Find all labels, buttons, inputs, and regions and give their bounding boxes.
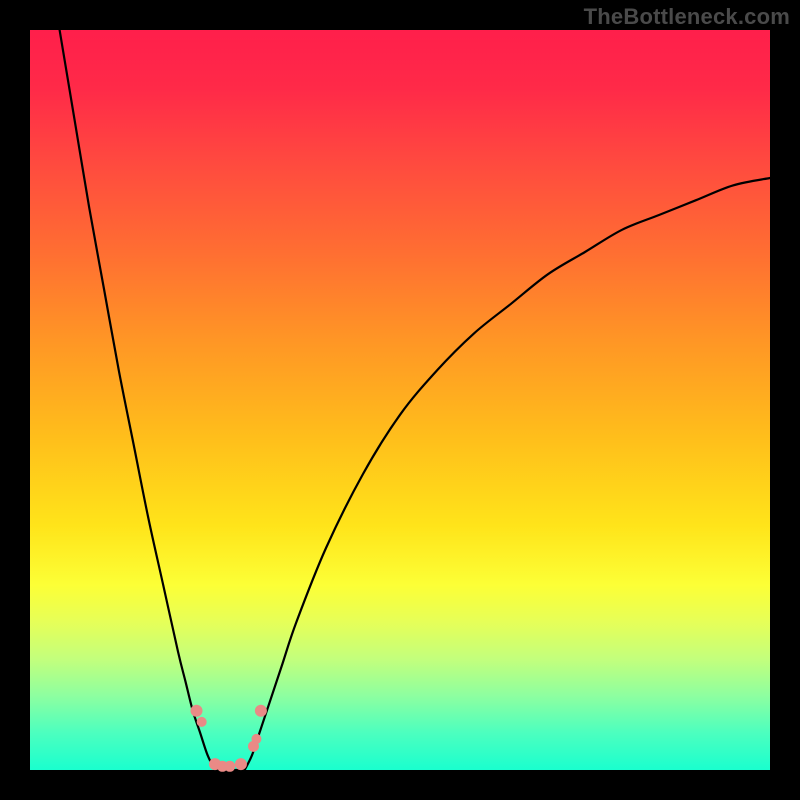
- watermark-text: TheBottleneck.com: [584, 4, 790, 30]
- chart-frame: TheBottleneck.com: [0, 0, 800, 800]
- data-marker: [235, 758, 247, 770]
- plot-area: [30, 30, 770, 770]
- left-curve: [60, 30, 215, 770]
- data-marker: [191, 705, 203, 717]
- chart-svg: [30, 30, 770, 770]
- data-marker: [197, 717, 207, 727]
- right-curve: [245, 178, 770, 770]
- data-marker: [255, 705, 267, 717]
- data-marker: [251, 734, 261, 744]
- data-marker: [224, 761, 235, 772]
